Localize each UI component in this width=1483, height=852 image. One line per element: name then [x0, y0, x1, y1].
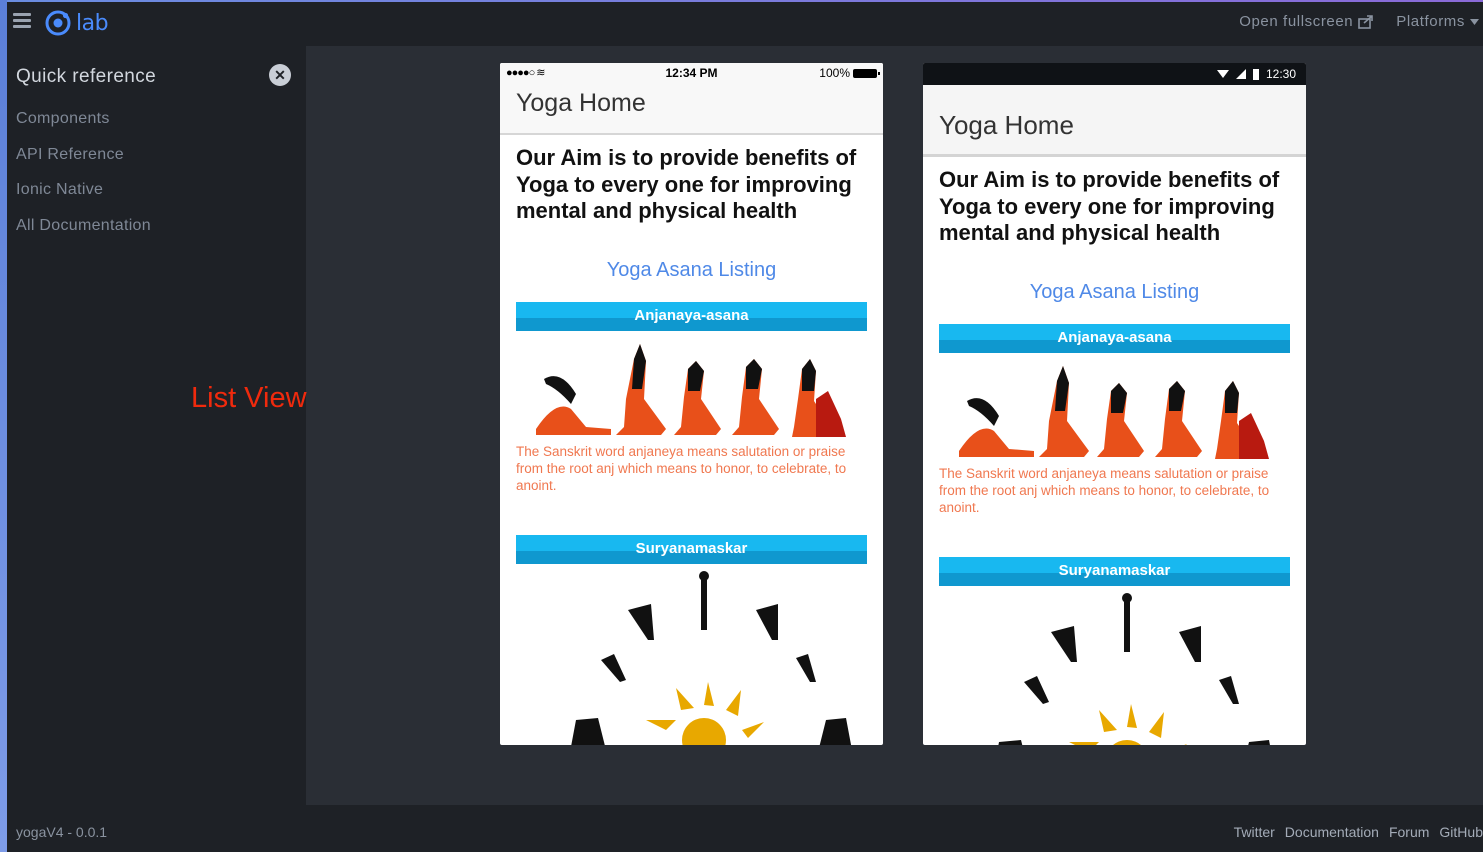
ios-status-bar: ●●●●○ ≋ 12:34 PM 100%: [500, 63, 883, 83]
caret-down-icon: [1470, 18, 1479, 25]
android-phone-preview[interactable]: 12:30 Yoga Home Our Aim is to provide be…: [923, 63, 1306, 745]
asana-header-suryanamaskar[interactable]: Suryanamaskar: [516, 534, 867, 564]
app-version: yogaV4 - 0.0.1: [16, 824, 108, 840]
sidebar-title: Quick reference: [16, 66, 157, 87]
close-sidebar-icon[interactable]: ✕: [269, 64, 291, 86]
footer-link-forum[interactable]: Forum: [1389, 824, 1429, 840]
battery-icon: [853, 68, 880, 78]
sidebar-item-components[interactable]: Components: [16, 110, 151, 146]
preview-area: [306, 46, 1483, 805]
suryanamaskar-image: [571, 570, 852, 745]
ionic-logo-icon: [45, 10, 71, 36]
anjanaya-asana-image: [536, 343, 846, 437]
cell-signal-icon: [1235, 69, 1246, 79]
quick-reference-sidebar: Quick reference ✕ Components API Referen…: [7, 46, 306, 806]
android-content[interactable]: Our Aim is to provide benefits of Yoga t…: [923, 157, 1306, 745]
external-share-icon: [1358, 14, 1374, 29]
anjanaya-description: The Sanskrit word anjaneya means salutat…: [939, 465, 1270, 515]
sidebar-item-api-reference[interactable]: API Reference: [16, 146, 151, 182]
sidebar-item-ionic-native[interactable]: Ionic Native: [16, 181, 151, 217]
open-fullscreen-link[interactable]: Open fullscreen: [1239, 13, 1374, 30]
ios-toolbar: Yoga Home: [500, 83, 883, 135]
battery-percent: 100%: [819, 66, 850, 80]
android-page-title: Yoga Home: [939, 110, 1074, 140]
footer-link-github[interactable]: GitHub: [1439, 824, 1483, 840]
footer-link-twitter[interactable]: Twitter: [1234, 824, 1275, 840]
anjanaya-description: The Sanskrit word anjaneya means salutat…: [516, 443, 847, 493]
battery-icon: [1252, 68, 1259, 80]
asana-header-anjanaya[interactable]: Anjanaya-asana: [516, 301, 867, 331]
list-view-annotation: List View: [191, 382, 307, 414]
android-status-time: 12:30: [1265, 67, 1296, 81]
aim-statement: Our Aim is to provide benefits of Yoga t…: [516, 145, 857, 223]
top-header: lab Open fullscreen Platforms: [7, 2, 1483, 46]
asana-header-suryanamaskar[interactable]: Suryanamaskar: [939, 556, 1290, 586]
platforms-label: Platforms: [1396, 13, 1465, 30]
footer-link-documentation[interactable]: Documentation: [1285, 824, 1379, 840]
ios-content[interactable]: Our Aim is to provide benefits of Yoga t…: [500, 135, 883, 745]
hamburger-menu-icon[interactable]: [13, 13, 31, 29]
asana-listing-title: Yoga Asana Listing: [1029, 280, 1200, 303]
suryanamaskar-image: [998, 592, 1271, 745]
ios-phone-preview[interactable]: ●●●●○ ≋ 12:34 PM 100% Yoga Home Our Aim …: [500, 63, 883, 745]
aim-statement: Our Aim is to provide benefits of Yoga t…: [939, 167, 1280, 245]
android-toolbar: Yoga Home: [923, 85, 1306, 157]
anjanaya-asana-image: [959, 365, 1269, 459]
footer: yogaV4 - 0.0.1 Twitter Documentation For…: [7, 805, 1483, 852]
asana-listing-title: Yoga Asana Listing: [606, 258, 777, 281]
left-accent-edge: [0, 0, 7, 852]
wifi-icon: [1216, 70, 1229, 78]
ios-page-title: Yoga Home: [516, 89, 646, 117]
ionic-lab-logo[interactable]: lab: [45, 8, 109, 38]
platforms-dropdown[interactable]: Platforms: [1396, 13, 1479, 30]
android-status-bar: 12:30: [923, 63, 1306, 85]
asana-header-anjanaya[interactable]: Anjanaya-asana: [939, 323, 1290, 353]
open-fullscreen-label: Open fullscreen: [1239, 13, 1354, 30]
logo-text: lab: [76, 10, 109, 36]
sidebar-item-all-documentation[interactable]: All Documentation: [16, 217, 151, 253]
